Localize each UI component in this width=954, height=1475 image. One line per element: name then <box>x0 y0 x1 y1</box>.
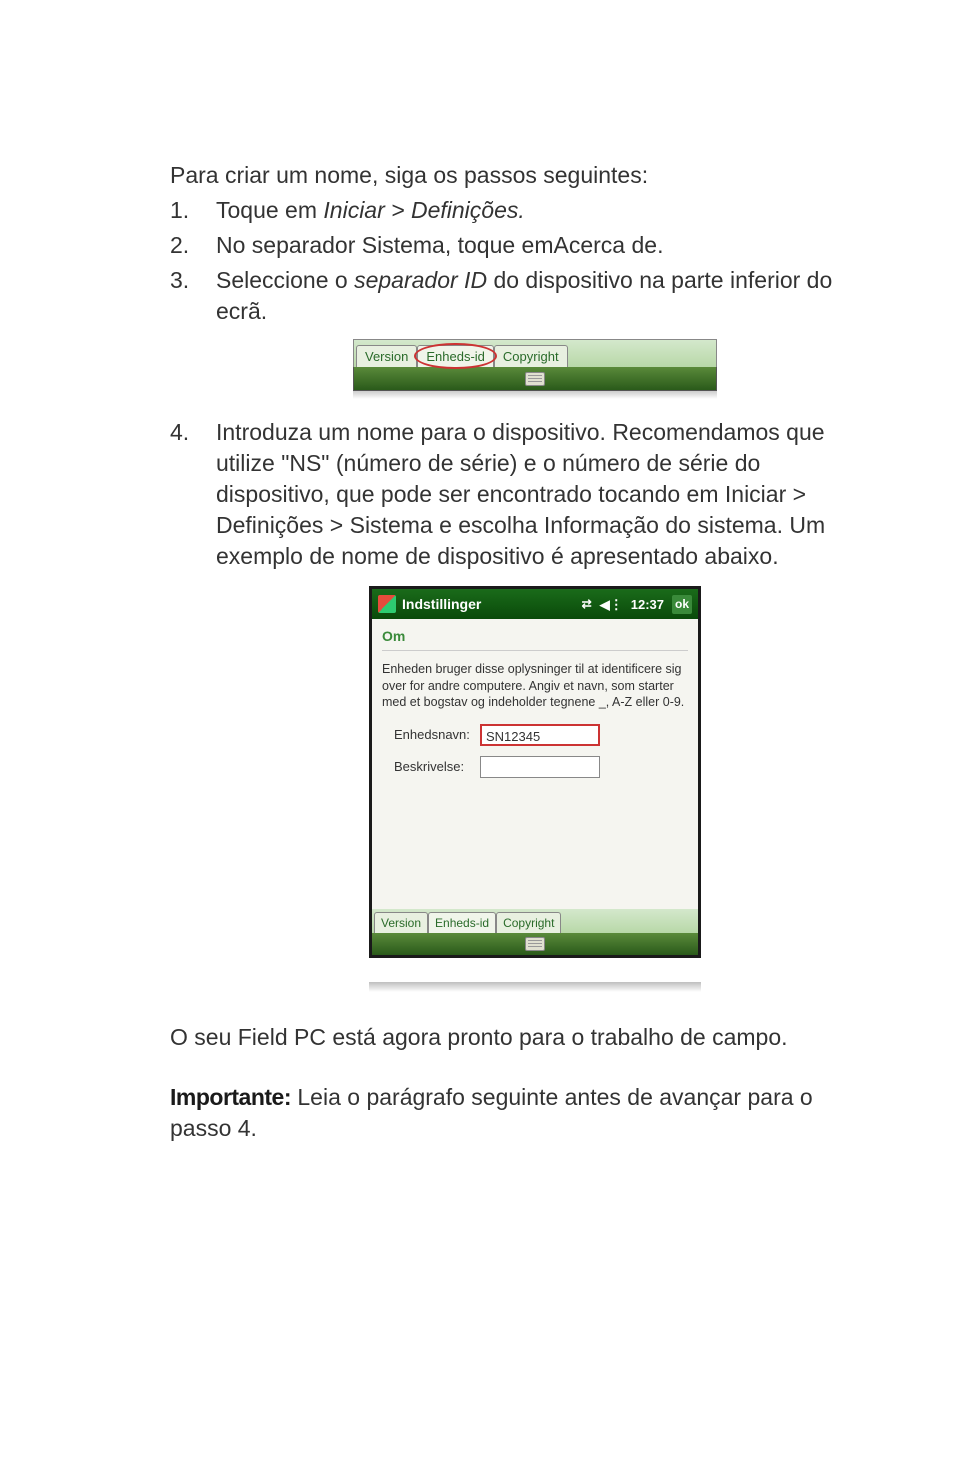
step-1: Toque em Iniciar > Definições. <box>170 195 854 226</box>
speaker-icon: ◀⋮ <box>600 596 623 614</box>
description-text: Enheden bruger disse oplysninger til at … <box>382 661 688 710</box>
important-paragraph: Importante: Leia o parágrafo seguinte an… <box>170 1082 854 1144</box>
closing-text: O seu Field PC está agora pronto para o … <box>170 1022 854 1053</box>
tabs-screenshot: Version Enheds-id Copyright <box>353 339 717 399</box>
tabs-bar: Version Enheds-id Copyright <box>353 339 717 367</box>
settings-body: Om Enheden bruger disse oplysninger til … <box>372 619 698 909</box>
settings-screenshot: Indstillinger ⇄ ◀⋮ 12:37 ok Om Enheden b… <box>369 586 701 958</box>
description-row: Beskrivelse: <box>382 756 688 778</box>
step-4-text: Introduza um nome para o dispositivo. Re… <box>216 419 825 569</box>
settings-tab-version: Version <box>374 912 428 933</box>
tab-copyright: Copyright <box>494 345 568 368</box>
title-bar: Indstillinger ⇄ ◀⋮ 12:37 ok <box>372 589 698 619</box>
tab-enheds-id-circled: Enheds-id <box>417 345 494 368</box>
steps-list: Toque em Iniciar > Definições. No separa… <box>170 195 854 992</box>
keyboard-icon <box>525 937 545 951</box>
section-label-om: Om <box>382 627 688 651</box>
clock-time: 12:37 <box>631 596 664 614</box>
windows-flag-icon <box>378 595 396 613</box>
step-1-italic: Iniciar > Definições. <box>323 197 524 223</box>
settings-tab-enheds-id: Enheds-id <box>428 912 496 933</box>
step-2-semibold: Acerca de. <box>554 232 664 258</box>
tab-version: Version <box>356 345 417 368</box>
step-4: Introduza um nome para o dispositivo. Re… <box>170 417 854 992</box>
settings-tabs-bar: Version Enheds-id Copyright <box>372 909 698 933</box>
step-2-prefix: No separador Sistema, toque em <box>216 232 554 258</box>
device-name-label: Enhedsnavn: <box>394 726 480 744</box>
title-text: Indstillinger <box>402 595 582 614</box>
description-input <box>480 756 600 778</box>
step-3: Seleccione o separador ID do dispositivo… <box>170 265 854 399</box>
step-1-prefix: Toque em <box>216 197 323 223</box>
bottom-bar <box>353 367 717 391</box>
intro-text: Para criar um nome, siga os passos segui… <box>170 160 854 191</box>
step-3-italic: separador ID <box>354 267 487 293</box>
device-name-row: Enhedsnavn: SN12345 <box>382 724 688 746</box>
description-label: Beskrivelse: <box>394 758 480 776</box>
shadow <box>353 391 717 399</box>
settings-bottom-bar <box>372 933 698 955</box>
step-3-prefix: Seleccione o <box>216 267 354 293</box>
settings-shadow <box>369 982 701 992</box>
device-name-input: SN12345 <box>480 724 600 746</box>
settings-tab-copyright: Copyright <box>496 912 561 933</box>
keyboard-icon <box>525 372 545 386</box>
signal-icon: ⇄ <box>582 596 592 612</box>
title-icons: ⇄ ◀⋮ 12:37 ok <box>582 595 692 613</box>
important-label: Importante: <box>170 1084 291 1110</box>
step-2: No separador Sistema, toque emAcerca de. <box>170 230 854 261</box>
ok-button: ok <box>672 595 692 613</box>
